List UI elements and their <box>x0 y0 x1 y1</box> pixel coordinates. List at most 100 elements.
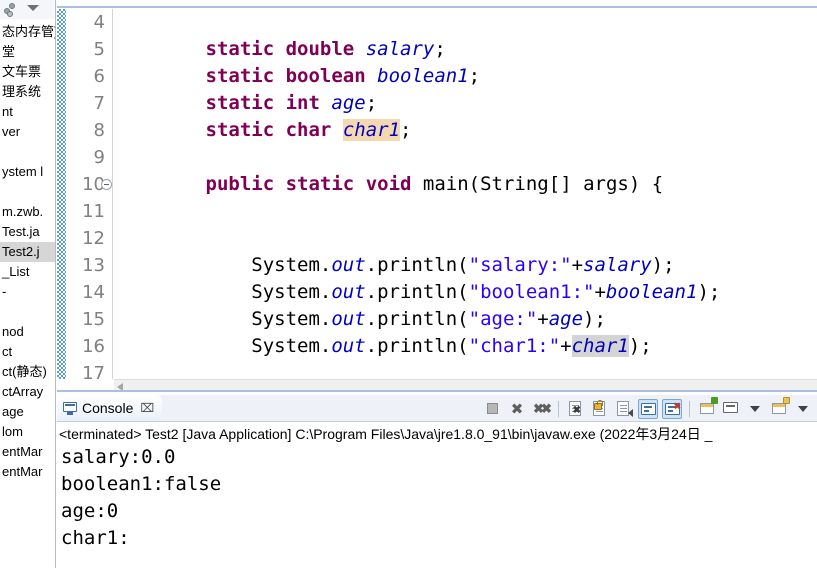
show-console-on-error-icon[interactable]: ✖ <box>662 398 682 419</box>
code-token: ); <box>583 308 606 330</box>
remove-launch-icon[interactable]: ✖ <box>507 399 527 419</box>
code-token: System. <box>114 308 332 330</box>
tree-item-19[interactable]: age <box>0 402 55 422</box>
editor-tab-strip[interactable] <box>57 0 817 8</box>
tree-item-8[interactable] <box>0 182 55 202</box>
tree-item-13[interactable]: - <box>0 282 55 302</box>
fold-collapse-icon[interactable] <box>101 179 112 190</box>
code-token: char1 <box>571 335 629 357</box>
tree-item-2[interactable]: 文车票 <box>0 62 55 82</box>
console-vertical-scrollbar[interactable] <box>803 422 817 568</box>
line-number-7: 7 <box>93 93 105 114</box>
code-token: + <box>537 308 549 330</box>
code-token: ); <box>697 281 721 303</box>
remove-all-terminated-icon[interactable]: ✖✖ <box>531 399 552 419</box>
code-token: .println( <box>365 308 469 330</box>
code-line-10[interactable]: public static void main(String[] args) { <box>114 171 664 198</box>
code-token: out <box>331 335 366 357</box>
close-icon[interactable]: ⌧ <box>140 401 154 415</box>
tree-item-3[interactable]: 理系统 <box>0 82 55 102</box>
tree-item-18[interactable]: ctArray <box>0 382 55 402</box>
open-console-icon[interactable] <box>697 396 718 419</box>
code-token: "salary:" <box>468 254 572 276</box>
code-line-5[interactable]: static double salary; <box>114 36 446 63</box>
code-token: ; <box>365 92 378 114</box>
tree-item-5[interactable]: ver <box>0 122 55 142</box>
code-token: char1 <box>342 119 401 141</box>
word-wrap-icon[interactable] <box>614 399 634 419</box>
console-view: Console ⌧ ✖ ✖✖ ✖ ✖ <terminated> Test2 [J… <box>57 394 817 568</box>
code-line-16[interactable]: System.out.println("char1:"+char1); <box>114 333 652 360</box>
code-token: static <box>285 173 355 195</box>
line-number-15: 15 <box>82 309 105 330</box>
scroll-lock-icon[interactable] <box>590 399 610 419</box>
display-selected-console-icon[interactable] <box>721 399 741 419</box>
code-token: boolean1 <box>377 65 469 87</box>
new-console-view-icon[interactable] <box>769 396 790 419</box>
terminate-icon[interactable] <box>483 399 503 419</box>
code-token: void <box>365 173 412 195</box>
code-token: .println( <box>365 335 469 357</box>
tree-item-14[interactable] <box>0 302 55 322</box>
code-token: static <box>205 119 275 141</box>
code-token: static <box>205 38 275 60</box>
view-menu-icon[interactable] <box>27 5 39 11</box>
tree-item-7[interactable]: ystem l <box>0 162 55 182</box>
tree-item-16[interactable]: ct <box>0 342 55 362</box>
new-console-view-menu-icon[interactable] <box>793 399 813 419</box>
console-tab-label: Console <box>82 400 134 416</box>
code-token: ); <box>651 254 675 276</box>
code-line-7[interactable]: static int age; <box>114 90 378 117</box>
code-token: main(String[] args) { <box>422 173 664 195</box>
tree-item-1[interactable]: 堂 <box>0 42 55 62</box>
code-token: + <box>594 281 606 303</box>
tree-item-4[interactable]: nt <box>0 102 55 122</box>
tree-item-10[interactable]: Test.ja <box>0 222 55 242</box>
show-console-on-output-icon[interactable] <box>638 398 658 419</box>
tree-item-11[interactable]: Test2.j <box>0 242 55 262</box>
code-line-15[interactable]: System.out.println("age:"+age); <box>114 306 606 333</box>
tree-item-21[interactable]: entMar <box>0 442 55 462</box>
tree-item-17[interactable]: ct(静态) <box>0 362 55 382</box>
editor-tab-active[interactable] <box>57 0 697 6</box>
code-line-8[interactable]: static char char1; <box>114 117 411 144</box>
project-tree[interactable]: 态内存管] 堂文车票 理系统 nt ver ystem l m.zwb. Test.ja Tes… <box>0 22 55 482</box>
editor-bottom-border <box>57 390 817 392</box>
clear-console-icon[interactable]: ✖ <box>566 399 586 419</box>
code-line-6[interactable]: static boolean boolean1; <box>114 63 481 90</box>
tree-item-12[interactable]: _List <box>0 262 55 282</box>
editor-gutter[interactable]: 4 5 6 7 8 9 10 11 12 13 14 15 16 17 <box>57 9 113 384</box>
code-token: "char1:" <box>468 335 561 357</box>
tree-item-20[interactable]: lom <box>0 422 55 442</box>
line-number-13: 13 <box>82 255 105 276</box>
code-token: out <box>331 254 366 276</box>
console-icon <box>63 401 77 415</box>
code-token: .println( <box>365 281 469 303</box>
code-area[interactable]: static double salary; static boolean boo… <box>114 9 817 379</box>
code-token: .println( <box>365 254 469 276</box>
code-line-14[interactable]: System.out.println("boolean1:"+boolean1)… <box>114 279 720 306</box>
eclipse-ide-window: 态内存管] 堂文车票 理系统 nt ver ystem l m.zwb. Test.ja Tes… <box>0 0 817 568</box>
code-token: boolean <box>285 65 366 87</box>
code-token: ; <box>434 38 446 60</box>
tree-item-0[interactable]: 态内存管] <box>0 22 55 42</box>
code-token: salary <box>365 38 435 60</box>
code-token: out <box>331 281 366 303</box>
code-line-13[interactable]: System.out.println("salary:"+salary); <box>114 252 675 279</box>
tree-item-6[interactable] <box>0 142 55 162</box>
tab-console[interactable]: Console ⌧ <box>57 395 163 421</box>
code-token: age <box>331 92 366 114</box>
tree-item-22[interactable]: entMar <box>0 462 55 482</box>
console-output-area[interactable]: <terminated> Test2 [Java Application] C:… <box>57 421 817 568</box>
display-selected-console-menu-icon[interactable] <box>745 399 765 419</box>
tree-item-15[interactable]: nod <box>0 322 55 342</box>
code-token: salary <box>583 254 652 276</box>
link-with-editor-icon[interactable] <box>4 3 20 17</box>
tree-item-9[interactable]: m.zwb. <box>0 202 55 222</box>
